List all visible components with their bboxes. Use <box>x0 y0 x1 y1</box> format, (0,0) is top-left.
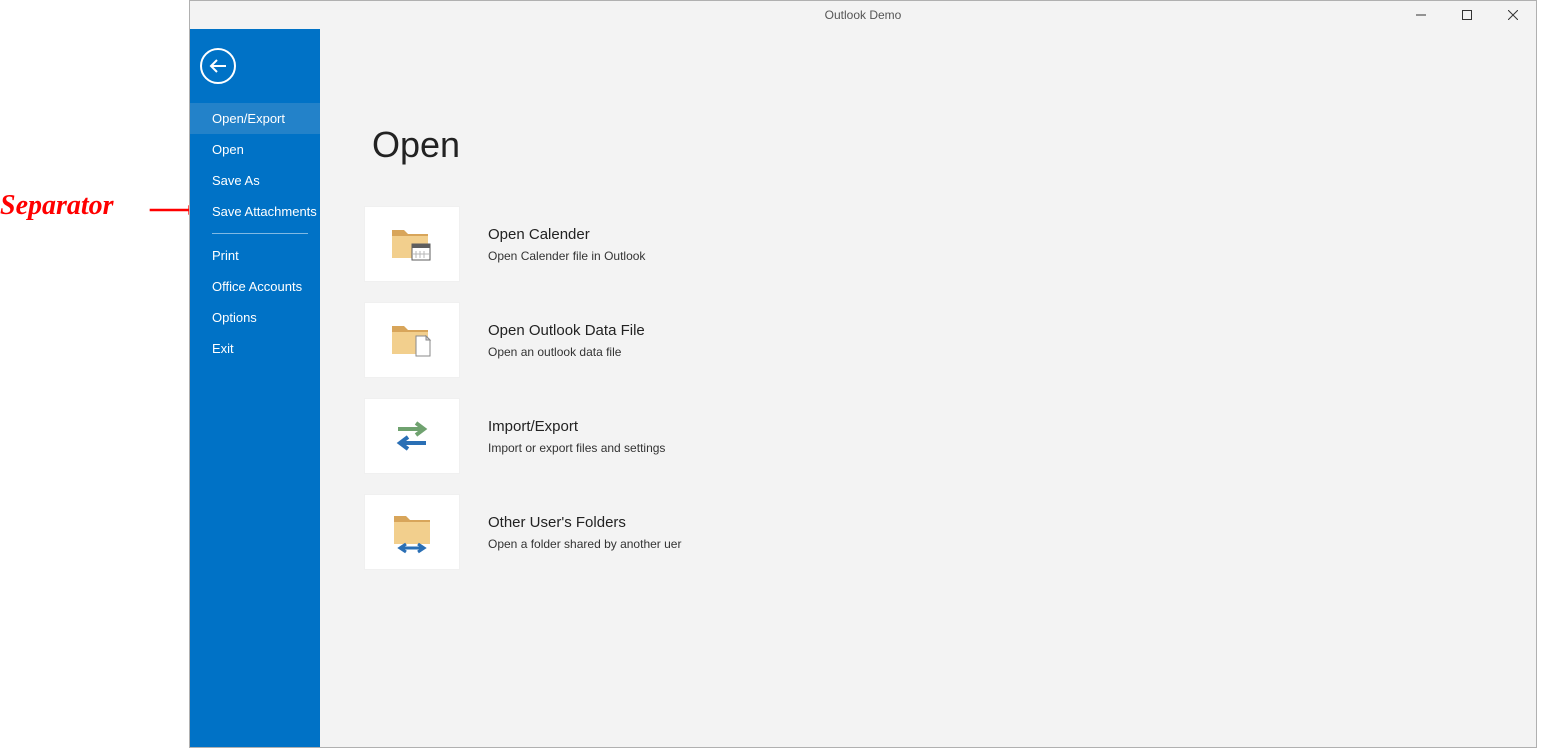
tile-open-data-file[interactable]: Open Outlook Data File Open an outlook d… <box>364 302 1536 378</box>
shared-folder-icon <box>364 494 460 570</box>
sidebar-item-label: Save As <box>212 173 260 188</box>
window-title: Outlook Demo <box>825 8 902 22</box>
sidebar-separator <box>212 233 308 234</box>
back-button[interactable] <box>200 48 236 84</box>
sidebar-item-exit[interactable]: Exit <box>190 333 320 364</box>
tile-text: Other User's Folders Open a folder share… <box>488 514 681 551</box>
tile-title: Open Outlook Data File <box>488 322 645 339</box>
tile-desc: Open an outlook data file <box>488 345 645 359</box>
main-content: Open Open Calender <box>320 29 1536 747</box>
window-controls <box>1398 1 1536 29</box>
titlebar: Outlook Demo <box>190 1 1536 29</box>
minimize-button[interactable] <box>1398 1 1444 29</box>
sidebar-item-label: Open <box>212 142 244 157</box>
tile-title: Open Calender <box>488 226 645 243</box>
tile-import-export[interactable]: Import/Export Import or export files and… <box>364 398 1536 474</box>
page-title: Open <box>372 124 1536 166</box>
sidebar-item-options[interactable]: Options <box>190 302 320 333</box>
data-file-folder-icon <box>364 302 460 378</box>
maximize-button[interactable] <box>1444 1 1490 29</box>
tile-desc: Import or export files and settings <box>488 441 665 455</box>
import-export-icon <box>364 398 460 474</box>
tile-text: Open Outlook Data File Open an outlook d… <box>488 322 645 359</box>
arrow-left-icon <box>209 59 227 73</box>
annotation-area: Separator <box>0 0 189 753</box>
tile-other-users-folders[interactable]: Other User's Folders Open a folder share… <box>364 494 1536 570</box>
calendar-folder-icon <box>364 206 460 282</box>
sidebar-item-office-accounts[interactable]: Office Accounts <box>190 271 320 302</box>
sidebar-item-label: Open/Export <box>212 111 285 126</box>
sidebar-item-open[interactable]: Open <box>190 134 320 165</box>
tile-text: Import/Export Import or export files and… <box>488 418 665 455</box>
sidebar-item-label: Options <box>212 310 257 325</box>
tile-desc: Open a folder shared by another uer <box>488 537 681 551</box>
annotation-label: Separator <box>0 190 114 222</box>
tile-title: Import/Export <box>488 418 665 435</box>
sidebar-item-save-attachments[interactable]: Save Attachments <box>190 196 320 227</box>
sidebar-item-label: Office Accounts <box>212 279 302 294</box>
sidebar-item-label: Print <box>212 248 239 263</box>
sidebar-item-label: Save Attachments <box>212 204 317 219</box>
sidebar-item-save-as[interactable]: Save As <box>190 165 320 196</box>
tile-list: Open Calender Open Calender file in Outl… <box>364 206 1536 570</box>
app-window: Outlook Demo Open/Expo <box>189 0 1537 748</box>
back-area <box>190 29 320 103</box>
sidebar-item-print[interactable]: Print <box>190 240 320 271</box>
tile-title: Other User's Folders <box>488 514 681 531</box>
backstage-sidebar: Open/Export Open Save As Save Attachment… <box>190 29 320 747</box>
tile-text: Open Calender Open Calender file in Outl… <box>488 226 645 263</box>
tile-open-calendar[interactable]: Open Calender Open Calender file in Outl… <box>364 206 1536 282</box>
sidebar-item-label: Exit <box>212 341 234 356</box>
sidebar-item-open-export[interactable]: Open/Export <box>190 103 320 134</box>
tile-desc: Open Calender file in Outlook <box>488 249 645 263</box>
close-button[interactable] <box>1490 1 1536 29</box>
